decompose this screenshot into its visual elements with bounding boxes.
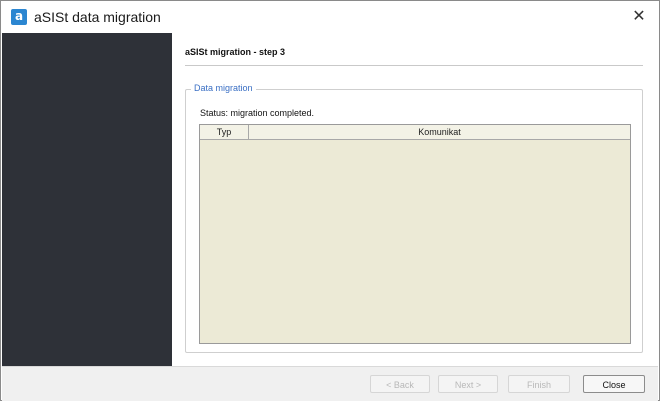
close-icon[interactable]: ✕: [627, 5, 651, 27]
next-button[interactable]: Next >: [438, 375, 498, 393]
table-header: Typ Komunikat: [200, 125, 630, 140]
wizard-content: aSISt migration - step 3 Data migration …: [172, 33, 658, 366]
migration-dialog: a aSISt data migration ✕ aSISt migration…: [0, 0, 660, 401]
group-label: Data migration: [191, 83, 256, 93]
column-header-typ[interactable]: Typ: [200, 125, 249, 139]
column-header-komunikat[interactable]: Komunikat: [249, 125, 630, 139]
button-bar: < Back Next > Finish Close: [2, 366, 658, 401]
step-title: aSISt migration - step 3: [185, 47, 286, 57]
messages-table[interactable]: Typ Komunikat: [199, 124, 631, 344]
status-text: Status: migration completed.: [200, 108, 315, 118]
close-button[interactable]: Close: [583, 375, 645, 393]
finish-button[interactable]: Finish: [508, 375, 570, 393]
title-bar: a aSISt data migration ✕: [1, 1, 659, 33]
step-divider: [185, 65, 643, 66]
data-migration-group: Data migration Status: migration complet…: [185, 83, 643, 353]
back-button[interactable]: < Back: [370, 375, 430, 393]
app-icon: a: [11, 9, 27, 25]
wizard-sidebar: [2, 33, 172, 366]
window-title: aSISt data migration: [34, 9, 161, 25]
